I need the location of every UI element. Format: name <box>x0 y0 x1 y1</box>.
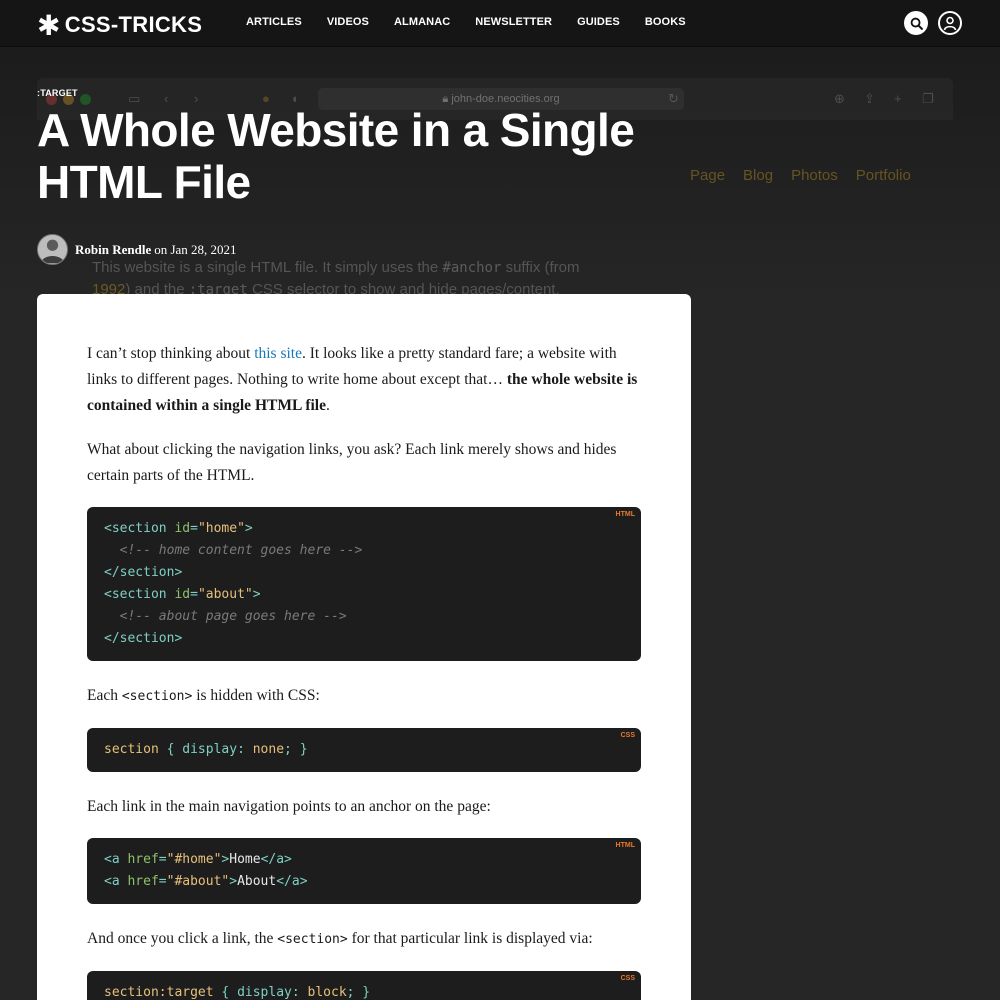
account-button[interactable] <box>938 11 962 35</box>
article-tag[interactable]: :TARGET <box>37 88 78 98</box>
person-icon <box>38 235 67 263</box>
mock-site-nav: Page Blog Photos Portfolio <box>690 167 911 184</box>
nav-guides[interactable]: GUIDES <box>577 16 620 28</box>
code-block-html-links: HTML <a href="#home">Home</a> <a href="#… <box>87 838 641 904</box>
header-actions <box>904 11 962 35</box>
paragraph-hidden: Each <section> is hidden with CSS: <box>87 687 320 704</box>
author-name[interactable]: Robin Rendle <box>75 242 151 258</box>
publish-date: Jan 28, 2021 <box>170 241 237 257</box>
article-body: I can’t stop thinking about this site. I… <box>37 294 691 1000</box>
main-nav: ARTICLES VIDEOS ALMANAC NEWSLETTER GUIDE… <box>246 16 711 28</box>
search-icon <box>910 17 923 30</box>
this-site-link[interactable]: this site <box>254 345 302 362</box>
share-icon: ⇪ <box>864 91 875 106</box>
nav-almanac[interactable]: ALMANAC <box>394 16 450 28</box>
logo-text: CSS-TRICKS <box>64 12 203 37</box>
page-title: A Whole Website in a Single HTML File <box>37 104 635 208</box>
download-icon: ⊕ <box>834 91 845 106</box>
paragraph-intro: I can’t stop thinking about this site. I… <box>87 345 638 414</box>
tabs-icon: ❐ <box>922 91 934 106</box>
code-language-badge: HTML <box>615 511 635 518</box>
paragraph-anchors: Each link in the main navigation points … <box>87 798 491 815</box>
nav-books[interactable]: BOOKS <box>645 16 686 28</box>
site-header: ✱ CSS-TRICKS ARTICLES VIDEOS ALMANAC NEW… <box>0 0 1000 47</box>
date-prefix: on <box>154 241 168 257</box>
avatar[interactable] <box>37 234 68 265</box>
site-logo[interactable]: ✱ CSS-TRICKS <box>37 10 202 40</box>
paragraph-navigation: What about clicking the navigation links… <box>87 441 617 484</box>
code-language-badge: CSS <box>620 732 635 739</box>
author-byline: Robin Rendle on Jan 28, 2021 <box>37 234 237 265</box>
nav-videos[interactable]: VIDEOS <box>327 16 369 28</box>
code-language-badge: CSS <box>620 975 635 982</box>
code-block-html-sections: HTML <section id="home"> <!-- home conte… <box>87 507 641 661</box>
new-tab-icon: + <box>894 91 902 106</box>
nav-articles[interactable]: ARTICLES <box>246 16 302 28</box>
nav-newsletter[interactable]: NEWSLETTER <box>475 16 552 28</box>
code-language-badge: HTML <box>615 842 635 849</box>
code-block-css-hide: CSS section { display: none; } <box>87 728 641 772</box>
asterisk-icon: ✱ <box>37 10 61 41</box>
user-icon <box>943 16 957 31</box>
code-block-css-target: CSS section:target { display: block; } <box>87 971 641 1000</box>
search-button[interactable] <box>904 11 928 35</box>
paragraph-target: And once you click a link, the <section>… <box>87 930 593 947</box>
